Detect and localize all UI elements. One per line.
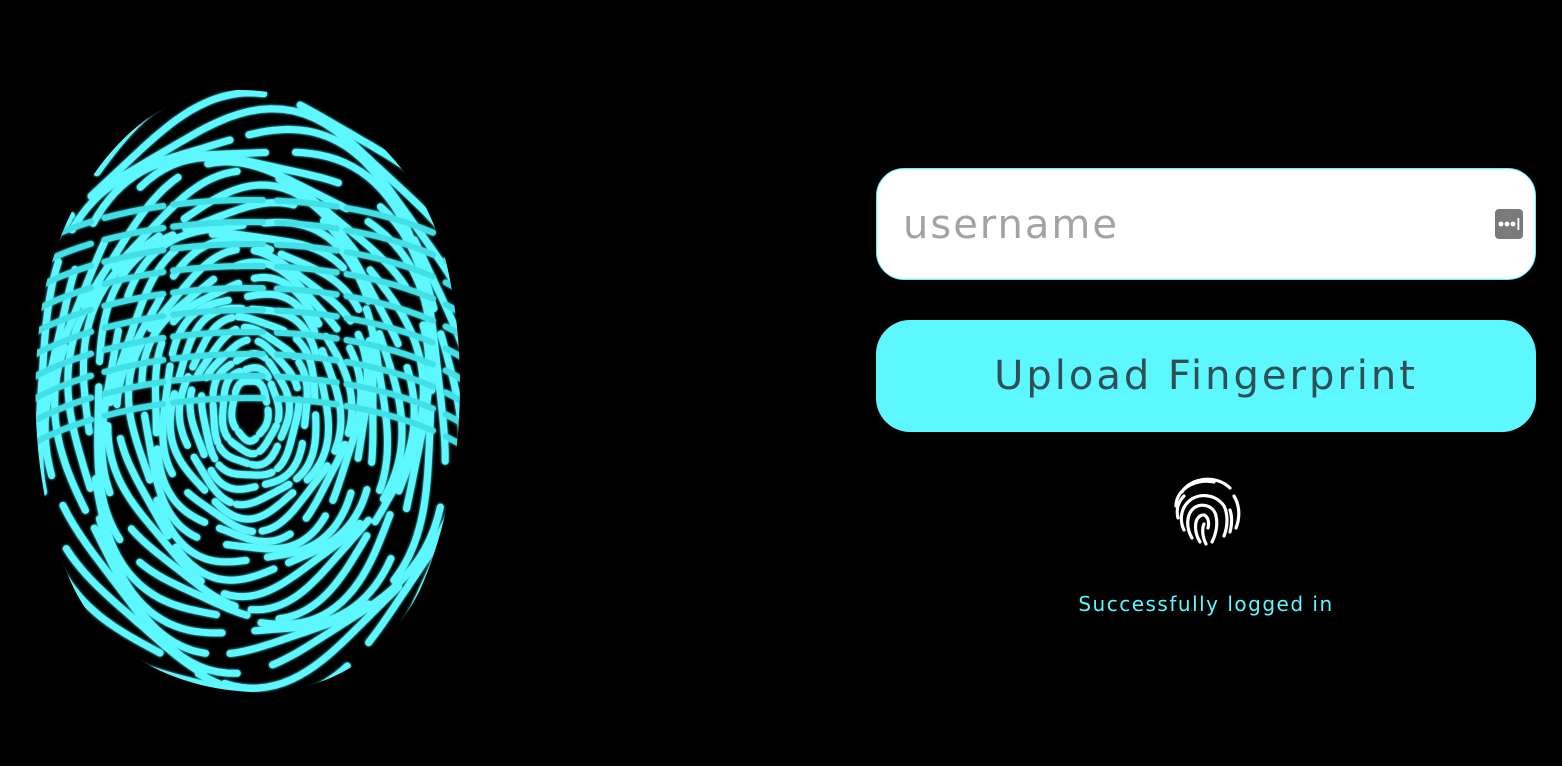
fingerprint-ridge bbox=[267, 380, 283, 424]
fingerprint-ridge bbox=[35, 441, 100, 670]
fingerprint-ridge bbox=[277, 397, 293, 441]
fingerprint-ridge bbox=[219, 395, 232, 441]
fingerprint-ridge bbox=[209, 401, 222, 446]
fingerprint-ridge bbox=[256, 406, 272, 438]
fingerprint-ridge bbox=[365, 337, 377, 466]
username-input[interactable] bbox=[901, 169, 1485, 281]
fingerprint-ridge bbox=[235, 428, 260, 445]
fingerprint-ridge bbox=[228, 393, 239, 432]
status-message: Successfully logged in bbox=[1078, 592, 1334, 616]
fingerprint-ridge bbox=[231, 377, 257, 396]
upload-fingerprint-button[interactable]: Upload Fingerprint bbox=[876, 320, 1536, 432]
fingerprint-icon bbox=[1168, 470, 1246, 548]
hero-fingerprint-image bbox=[0, 80, 500, 700]
fingerprint-ridge bbox=[435, 332, 460, 603]
username-field bbox=[876, 168, 1536, 281]
login-form: Upload Fingerprint Successfully logged i… bbox=[876, 168, 1536, 616]
fingerprint-illustration-icon bbox=[35, 90, 493, 693]
password-manager-icon[interactable] bbox=[1495, 209, 1523, 239]
fingerprint-ridge bbox=[480, 262, 493, 515]
